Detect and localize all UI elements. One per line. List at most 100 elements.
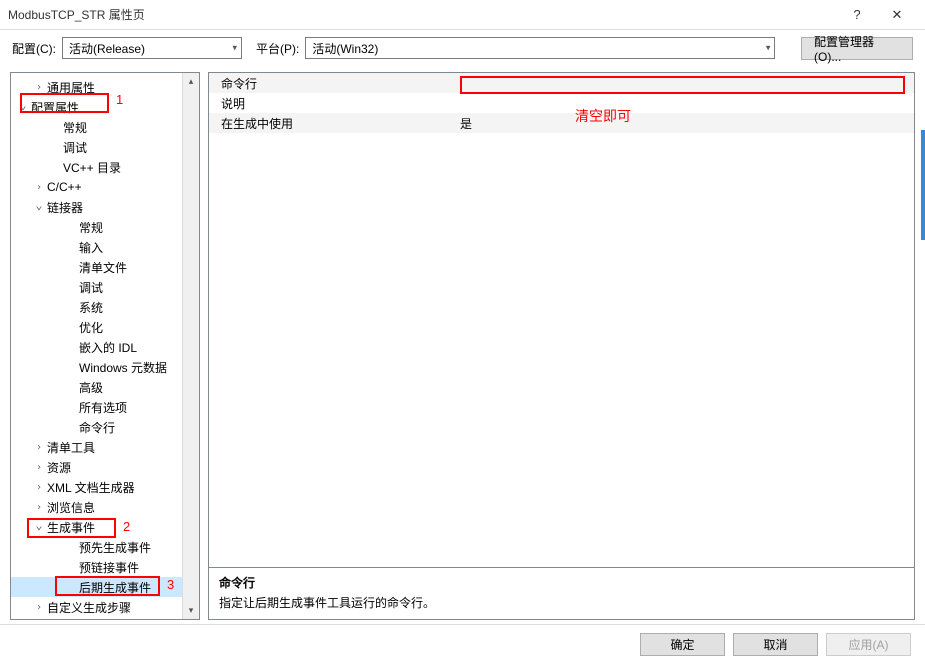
tree-item-label: C/C++	[47, 180, 82, 194]
chevron-down-icon: ▾	[766, 43, 771, 54]
property-grid[interactable]: 命令行说明在生成中使用是	[208, 72, 915, 568]
tree-item[interactable]: ›通用属性	[11, 77, 199, 97]
platform-label: 平台(P):	[256, 40, 299, 57]
tree-item[interactable]: 后期生成事件	[11, 577, 199, 597]
tree-item-label: 常规	[63, 119, 87, 136]
tree-item-label: 系统	[79, 299, 103, 316]
property-row[interactable]: 命令行	[209, 73, 914, 93]
property-tree[interactable]: ›通用属性⌄配置属性常规调试VC++ 目录›C/C++⌄链接器常规输入清单文件调…	[11, 73, 199, 619]
help-button[interactable]: ?	[837, 7, 877, 22]
dialog-button-row: 确定 取消 应用(A)	[0, 624, 925, 664]
tree-item[interactable]: 预先生成事件	[11, 537, 199, 557]
tree-item-label: 常规	[79, 219, 103, 236]
tree-item-label: 链接器	[47, 199, 83, 216]
tree-item[interactable]: ›XML 文档生成器	[11, 477, 199, 497]
tree-item[interactable]: 嵌入的 IDL	[11, 337, 199, 357]
tree-item[interactable]: Windows 元数据	[11, 357, 199, 377]
description-text: 指定让后期生成事件工具运行的命令行。	[219, 594, 904, 611]
property-name: 命令行	[209, 75, 454, 92]
tree-item-label: 配置属性	[31, 99, 79, 116]
vertical-scrollbar[interactable]: ▴ ▾	[182, 73, 199, 619]
tree-item-label: 清单工具	[47, 439, 95, 456]
tree-item-label: 通用属性	[47, 79, 95, 96]
property-name: 说明	[209, 95, 454, 112]
scroll-up-icon[interactable]: ▴	[183, 73, 199, 90]
tree-item-label: 所有选项	[79, 399, 127, 416]
tree-item[interactable]: 常规	[11, 117, 199, 137]
tree-item[interactable]: ›C/C++	[11, 177, 199, 197]
tree-item[interactable]: 高级	[11, 377, 199, 397]
config-manager-button[interactable]: 配置管理器(O)...	[801, 37, 913, 60]
config-value: 活动(Release)	[69, 40, 145, 57]
tree-item[interactable]: 调试	[11, 277, 199, 297]
ok-button[interactable]: 确定	[640, 633, 725, 656]
chevron-right-icon[interactable]: ›	[33, 82, 45, 93]
tree-item[interactable]: 清单文件	[11, 257, 199, 277]
tree-item-label: 高级	[79, 379, 103, 396]
config-toolbar: 配置(C): 活动(Release) ▾ 平台(P): 活动(Win32) ▾ …	[0, 30, 925, 66]
tree-item[interactable]: ›自定义生成步骤	[11, 597, 199, 617]
tree-item-label: 调试	[63, 139, 87, 156]
tree-item-label: 预链接事件	[79, 559, 139, 576]
tree-item[interactable]: 所有选项	[11, 397, 199, 417]
tree-item[interactable]: ⌄生成事件	[11, 517, 199, 537]
description-title: 命令行	[219, 574, 904, 591]
chevron-down-icon[interactable]: ⌄	[33, 198, 45, 212]
config-label: 配置(C):	[12, 40, 56, 57]
tree-item[interactable]: 命令行	[11, 417, 199, 437]
tree-item[interactable]: 系统	[11, 297, 199, 317]
tree-item[interactable]: ⌄链接器	[11, 197, 199, 217]
apply-button: 应用(A)	[826, 633, 911, 656]
property-value[interactable]: 是	[454, 115, 914, 132]
main-area: ›通用属性⌄配置属性常规调试VC++ 目录›C/C++⌄链接器常规输入清单文件调…	[0, 66, 925, 624]
chevron-right-icon[interactable]: ›	[33, 482, 45, 493]
platform-combobox[interactable]: 活动(Win32) ▾	[305, 37, 775, 59]
tree-item-label: 命令行	[79, 419, 115, 436]
chevron-right-icon[interactable]: ›	[33, 182, 45, 193]
tree-item[interactable]: VC++ 目录	[11, 157, 199, 177]
tree-item-label: 嵌入的 IDL	[79, 339, 137, 356]
tree-item-label: VC++ 目录	[63, 159, 121, 176]
title-bar: ModbusTCP_STR 属性页 ? ✕	[0, 0, 925, 30]
window-title: ModbusTCP_STR 属性页	[8, 6, 837, 23]
property-name: 在生成中使用	[209, 115, 454, 132]
tree-item[interactable]: ⌄配置属性	[11, 97, 199, 117]
tree-item-label: 清单文件	[79, 259, 127, 276]
tree-item-label: 输入	[79, 239, 103, 256]
right-edge-decoration	[921, 130, 925, 240]
tree-item-label: 生成事件	[47, 519, 95, 536]
property-row[interactable]: 说明	[209, 93, 914, 113]
chevron-right-icon[interactable]: ›	[33, 462, 45, 473]
chevron-down-icon[interactable]: ⌄	[17, 98, 29, 112]
tree-item[interactable]: ›资源	[11, 457, 199, 477]
tree-item-label: 预先生成事件	[79, 539, 151, 556]
tree-item[interactable]: 优化	[11, 317, 199, 337]
tree-item-label: XML 文档生成器	[47, 479, 135, 496]
cancel-button[interactable]: 取消	[733, 633, 818, 656]
tree-item[interactable]: 预链接事件	[11, 557, 199, 577]
tree-item[interactable]: ›浏览信息	[11, 497, 199, 517]
tree-item-label: Windows 元数据	[79, 359, 167, 376]
tree-item[interactable]: 调试	[11, 137, 199, 157]
content-pane: 命令行说明在生成中使用是 命令行 指定让后期生成事件工具运行的命令行。	[208, 72, 915, 620]
tree-item-label: 后期生成事件	[79, 579, 151, 596]
tree-item-label: 调试	[79, 279, 103, 296]
tree-item-label: 自定义生成步骤	[47, 599, 131, 616]
chevron-down-icon[interactable]: ⌄	[33, 518, 45, 532]
property-row[interactable]: 在生成中使用是	[209, 113, 914, 133]
chevron-down-icon: ▾	[232, 43, 237, 54]
tree-item[interactable]: ›清单工具	[11, 437, 199, 457]
tree-pane: ›通用属性⌄配置属性常规调试VC++ 目录›C/C++⌄链接器常规输入清单文件调…	[10, 72, 200, 620]
scroll-down-icon[interactable]: ▾	[183, 602, 199, 619]
config-combobox[interactable]: 活动(Release) ▾	[62, 37, 242, 59]
chevron-right-icon[interactable]: ›	[33, 442, 45, 453]
tree-item-label: 优化	[79, 319, 103, 336]
platform-value: 活动(Win32)	[312, 40, 378, 57]
tree-item[interactable]: 输入	[11, 237, 199, 257]
tree-item[interactable]: 常规	[11, 217, 199, 237]
chevron-right-icon[interactable]: ›	[33, 602, 45, 613]
chevron-right-icon[interactable]: ›	[33, 502, 45, 513]
tree-item-label: 浏览信息	[47, 499, 95, 516]
close-button[interactable]: ✕	[877, 7, 917, 23]
description-panel: 命令行 指定让后期生成事件工具运行的命令行。	[208, 568, 915, 620]
